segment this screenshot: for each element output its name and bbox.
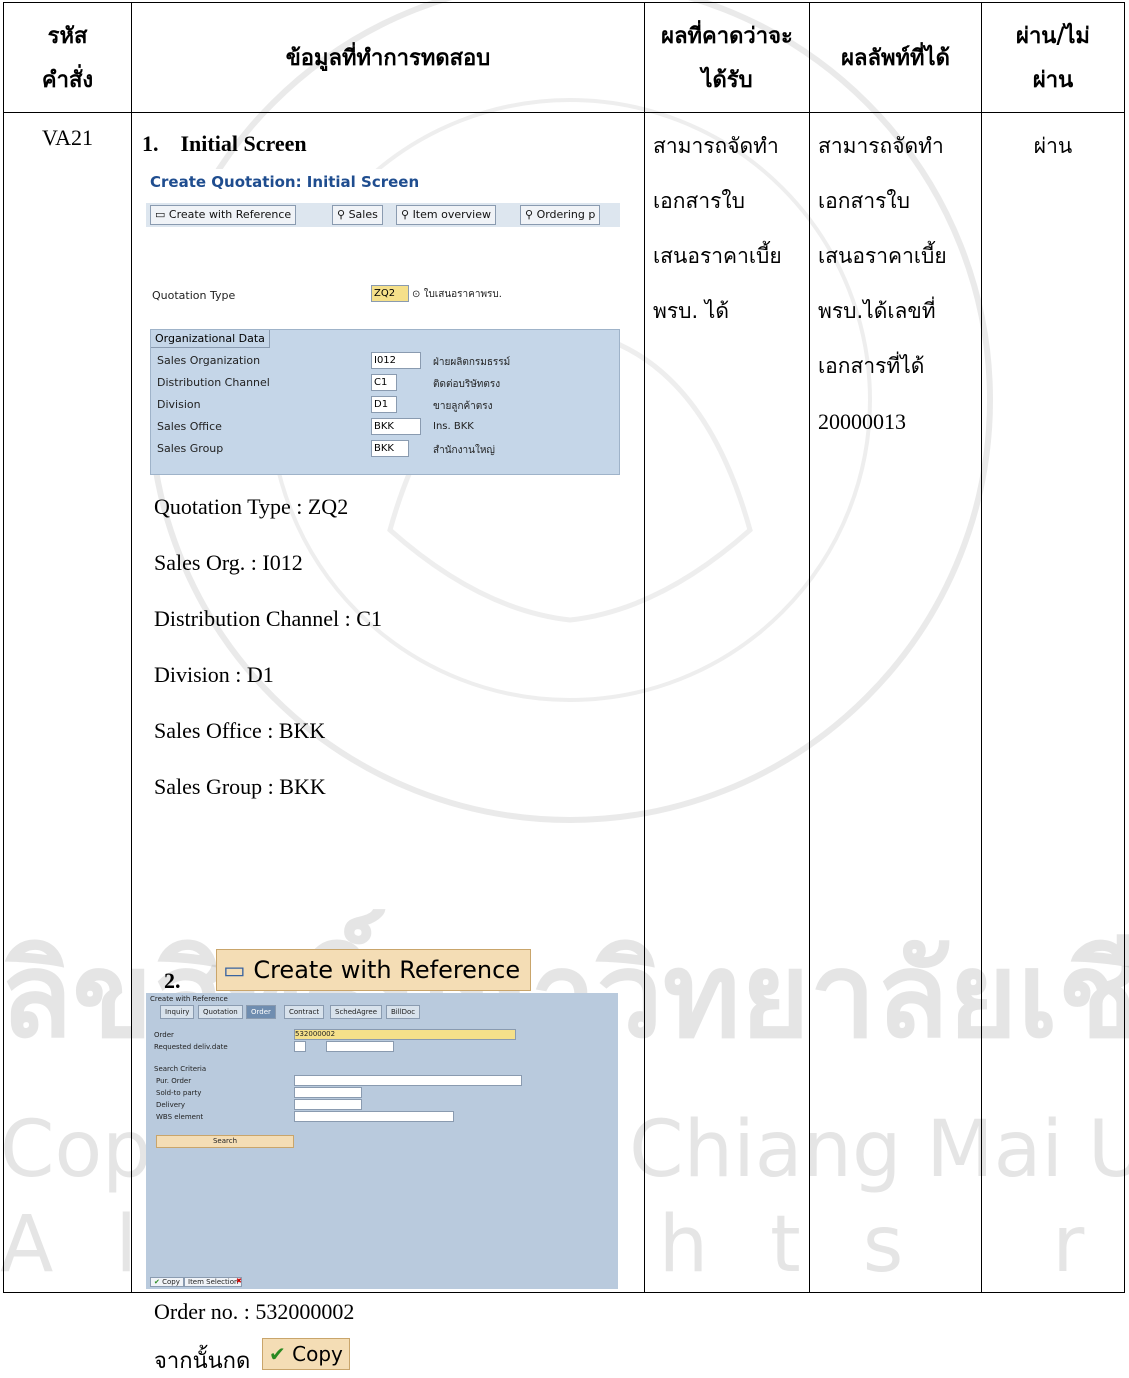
- quotation-type-desc: ⊙ ใบเสนอราคาพรบ.: [412, 289, 502, 300]
- delivery-input[interactable]: [294, 1099, 362, 1110]
- ordering-button[interactable]: ⚲ Ordering p: [520, 205, 601, 225]
- search-button[interactable]: Search: [156, 1135, 294, 1148]
- dialog-title: Create with Reference: [150, 995, 228, 1003]
- sales-group-desc: สำนักงานใหญ่: [433, 445, 495, 456]
- tab-inquiry[interactable]: Inquiry: [160, 1005, 195, 1019]
- item-overview-button[interactable]: ⚲ Item overview: [396, 205, 496, 225]
- header-expected: ผลที่คาดว่าจะ ได้รับ: [644, 2, 810, 113]
- cell-data: 1. Initial Screen Create Quotation: Init…: [131, 112, 645, 1373]
- sold-to-input[interactable]: [294, 1087, 362, 1098]
- tab-billdoc[interactable]: BillDoc: [386, 1005, 421, 1019]
- header-data: ข้อมูลที่ทำการทดสอบ: [131, 2, 645, 113]
- pur-order-label: Pur. Order: [156, 1077, 192, 1085]
- dist-channel-label: Distribution Channel: [157, 376, 270, 389]
- cancel-icon[interactable]: ✖: [236, 1277, 242, 1285]
- organizational-data-group: Organizational Data Sales Organization I…: [150, 329, 620, 475]
- field-sales-office: Sales Office : BKK: [154, 718, 326, 743]
- quotation-type-label: Quotation Type: [152, 289, 236, 302]
- sales-org-label: Sales Organization: [157, 354, 261, 367]
- division-desc: ขายลูกค้าตรง: [433, 401, 493, 412]
- sales-office-label: Sales Office: [157, 420, 222, 433]
- actual-text: สามารถจัดทำ เอกสารใบ เสนอราคาเบี้ย พรบ.ได้…: [818, 134, 947, 434]
- field-distribution-channel: Distribution Channel : C1: [154, 606, 382, 631]
- division-label: Division: [157, 398, 201, 411]
- step1-title: 1. Initial Screen: [142, 131, 307, 156]
- create-with-reference-button[interactable]: ▭ Create with Reference: [150, 205, 297, 225]
- dist-channel-input[interactable]: C1: [371, 374, 397, 391]
- sales-org-input[interactable]: I012: [371, 352, 421, 369]
- step2-number: 2.: [164, 968, 181, 993]
- copy-button[interactable]: ✔ Copy: [262, 1338, 350, 1370]
- expected-text: สามารถจัดทำ เอกสารใบ เสนอราคาเบี้ย พรบ. ได…: [653, 134, 782, 323]
- tab-schedagree[interactable]: SchedAgree: [330, 1005, 383, 1019]
- sold-to-label: Sold-to party: [156, 1089, 202, 1097]
- req-date-input-1[interactable]: [294, 1041, 306, 1052]
- division-input[interactable]: D1: [371, 396, 397, 413]
- sales-office-desc: Ins. BKK: [433, 421, 474, 432]
- sales-group-input[interactable]: BKK: [371, 440, 409, 457]
- sales-button[interactable]: ⚲ Sales: [332, 205, 383, 225]
- dist-channel-desc: ติดต่อบริษัทตรง: [433, 379, 501, 390]
- order-label: Order: [154, 1031, 174, 1039]
- tab-quotation[interactable]: Quotation: [198, 1005, 243, 1019]
- screen-title: Create Quotation: Initial Screen: [150, 173, 420, 191]
- order-number-line: Order no. : 532000002: [154, 1299, 355, 1324]
- field-division: Division : D1: [154, 662, 274, 687]
- then-press-line: จากนั้นกด: [154, 1348, 251, 1373]
- sales-office-input[interactable]: BKK: [371, 418, 421, 435]
- header-code: รหัส คำสั่ง: [3, 2, 132, 113]
- quotation-type-input[interactable]: ZQ2: [371, 285, 409, 302]
- field-sales-group: Sales Group : BKK: [154, 774, 326, 799]
- sales-org-desc: ฝ่ายผลิตกรมธรรม์: [433, 357, 511, 368]
- delivery-label: Delivery: [156, 1101, 186, 1109]
- pur-order-input[interactable]: [294, 1075, 522, 1086]
- req-date-label: Requested deliv.date: [154, 1043, 228, 1051]
- cell-pass: ผ่าน: [981, 112, 1125, 1293]
- cell-code: VA21: [3, 112, 132, 1293]
- field-quotation-type: Quotation Type : ZQ2: [154, 494, 349, 519]
- create-with-reference-label: ▭ Create with Reference: [216, 949, 532, 991]
- field-sales-org: Sales Org. : I012: [154, 550, 303, 575]
- cell-expected: สามารถจัดทำ เอกสารใบ เสนอราคาเบี้ย พรบ. ได…: [644, 112, 810, 1293]
- order-input[interactable]: 532000002: [294, 1029, 516, 1040]
- wbs-label: WBS element: [156, 1113, 204, 1121]
- test-table: รหัส คำสั่ง ข้อมูลที่ทำการทดสอบ ผลที่คาด…: [3, 2, 1125, 1373]
- item-selection-button[interactable]: Item Selection: [184, 1277, 243, 1287]
- initial-screen-screenshot: Create Quotation: Initial Screen ▭ Creat…: [146, 169, 620, 475]
- step1-fields: Quotation Type : ZQ2 Sales Org. : I012 D…: [132, 479, 644, 815]
- dialog-copy-button[interactable]: ✔ Copy: [150, 1277, 184, 1287]
- cell-actual: สามารถจัดทำ เอกสารใบ เสนอราคาเบี้ย พรบ.ได้…: [809, 112, 982, 1293]
- tab-contract[interactable]: Contract: [284, 1005, 325, 1019]
- screen-toolbar: ▭ Create with Reference ⚲ Sales ⚲ Item o…: [146, 203, 620, 227]
- wbs-input[interactable]: [294, 1111, 454, 1122]
- search-criteria-tab: Search Criteria: [154, 1065, 207, 1073]
- header-pass: ผ่าน/ไม่ ผ่าน: [981, 2, 1125, 113]
- create-with-reference-dialog: Create with Reference Inquiry Quotation …: [146, 993, 618, 1289]
- org-data-tab: Organizational Data: [151, 330, 270, 348]
- req-date-input-2[interactable]: [326, 1041, 394, 1052]
- sales-group-label: Sales Group: [157, 442, 224, 455]
- header-actual: ผลลัพท์ที่ได้: [809, 2, 982, 113]
- result-text: ผ่าน: [1033, 134, 1073, 158]
- tab-order[interactable]: Order: [246, 1005, 276, 1019]
